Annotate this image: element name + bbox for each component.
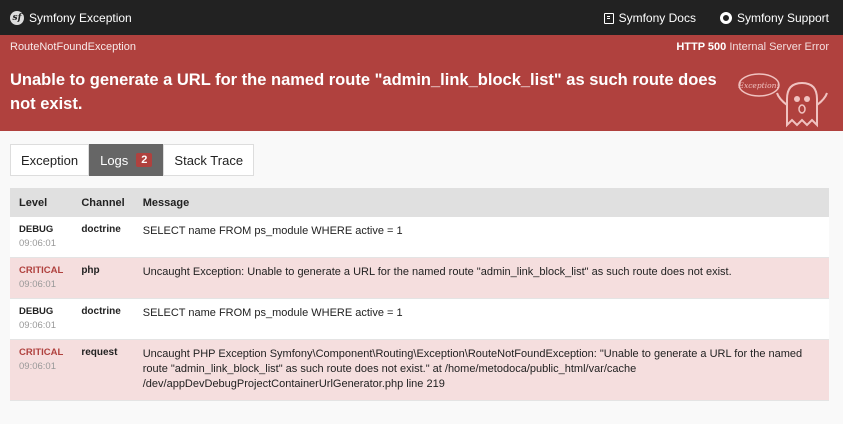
- level-column-header: Level: [19, 196, 48, 209]
- status-code: HTTP 500: [676, 41, 727, 53]
- log-message: SELECT name FROM ps_module WHERE active …: [142, 225, 403, 237]
- tab-exception-label: Exception: [21, 152, 79, 168]
- log-message: Uncaught Exception: Unable to generate a…: [142, 266, 732, 278]
- tab-exception[interactable]: Exception: [10, 144, 90, 176]
- log-time: 09:06:01: [19, 238, 56, 249]
- ghost-speech-text: Exception!: [738, 81, 780, 90]
- tab-stack-trace-label: Stack Trace: [174, 152, 244, 168]
- symfony-docs-label: Symfony Docs: [618, 11, 696, 25]
- symfony-support-label: Symfony Support: [736, 11, 829, 25]
- log-level: CRITICAL: [19, 265, 64, 276]
- table-row: CRITICAL 09:06:01 request Uncaught PHP E…: [10, 339, 829, 401]
- table-row: DEBUG 09:06:01 doctrine SELECT name FROM…: [10, 217, 829, 258]
- logs-table: Level Channel Message DEBUG 09:06:01 doc…: [10, 188, 829, 401]
- table-row: DEBUG 09:06:01 doctrine SELECT name FROM…: [10, 298, 829, 340]
- log-time: 09:06:01: [19, 320, 56, 331]
- log-channel: doctrine: [81, 224, 121, 235]
- logs-count-badge: 2: [136, 153, 153, 167]
- log-message: SELECT name FROM ps_module WHERE active …: [142, 307, 403, 319]
- log-level: DEBUG: [19, 224, 54, 235]
- tab-navigation: Exception Logs 2 Stack Trace: [10, 144, 255, 176]
- log-channel: doctrine: [81, 306, 121, 317]
- tab-stack-trace[interactable]: Stack Trace: [163, 144, 255, 176]
- top-links: Symfony Docs Symfony Support: [603, 11, 829, 25]
- log-level: DEBUG: [19, 306, 54, 317]
- status-text: Internal Server Error: [729, 41, 829, 53]
- symfony-docs-link[interactable]: Symfony Docs: [603, 11, 696, 25]
- brand: sf Symfony Exception: [10, 11, 132, 25]
- channel-column-header: Channel: [81, 196, 125, 209]
- symfony-logo-icon: sf: [10, 11, 24, 25]
- lifebuoy-icon: [719, 12, 732, 24]
- top-bar: sf Symfony Exception Symfony Docs Symfon…: [0, 0, 843, 35]
- log-time: 09:06:01: [19, 361, 56, 372]
- message-column-header: Message: [142, 196, 190, 209]
- log-channel: php: [81, 265, 100, 276]
- log-message: Uncaught PHP Exception Symfony\Component…: [142, 348, 803, 390]
- exception-header: RouteNotFoundException HTTP 500 Internal…: [0, 35, 843, 131]
- book-icon: [603, 12, 614, 24]
- tab-logs-label: Logs: [100, 152, 129, 168]
- log-channel: request: [81, 347, 118, 358]
- log-level: CRITICAL: [19, 347, 64, 358]
- tab-logs[interactable]: Logs 2: [89, 144, 164, 176]
- http-status: HTTP 500 Internal Server Error: [676, 41, 829, 53]
- exception-message: Unable to generate a URL for the named r…: [10, 71, 717, 113]
- brand-label: Symfony Exception: [29, 11, 132, 25]
- log-time: 09:06:01: [19, 279, 56, 290]
- logs-table-header: Level Channel Message: [10, 188, 829, 217]
- symfony-support-link[interactable]: Symfony Support: [719, 11, 829, 25]
- exception-class: RouteNotFoundException: [10, 41, 136, 53]
- table-row: CRITICAL 09:06:01 php Uncaught Exception…: [10, 257, 829, 299]
- exception-ghost-icon: Exception!: [738, 73, 828, 128]
